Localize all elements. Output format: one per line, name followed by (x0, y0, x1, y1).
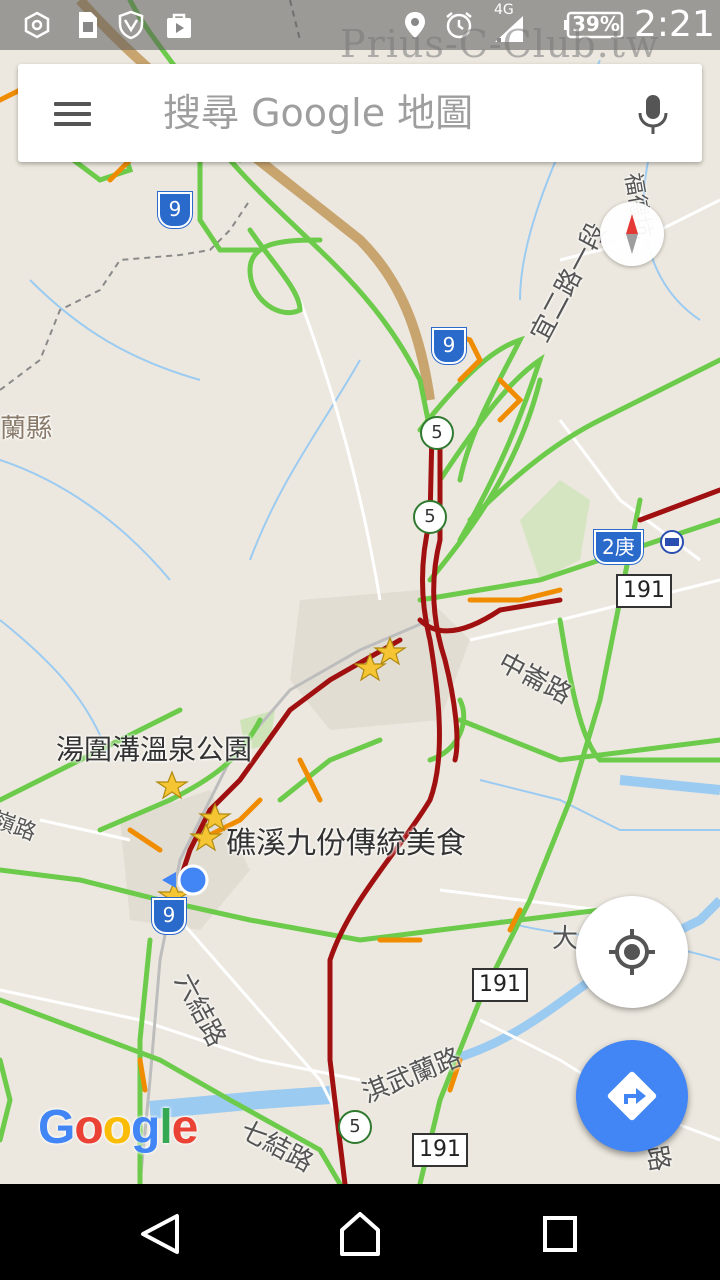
search-input[interactable] (163, 84, 613, 142)
home-button[interactable] (325, 1202, 395, 1262)
recents-button[interactable] (525, 1202, 595, 1262)
logo-letter: g (131, 1101, 160, 1154)
place-label-hot-spring-park[interactable]: 湯圍溝溫泉公園 (56, 728, 252, 768)
freeway-5-shield: 5 (338, 1110, 372, 1144)
search-bar[interactable] (18, 64, 702, 162)
route-191-shield: 191 (616, 574, 672, 608)
microphone-icon (638, 95, 668, 134)
logo-letter: o (102, 1101, 132, 1154)
camera-settings-icon (20, 8, 54, 42)
my-location-icon (609, 929, 655, 975)
back-button[interactable] (125, 1202, 195, 1262)
my-location-button[interactable] (576, 896, 688, 1008)
logo-letter: o (74, 1101, 103, 1154)
home-icon (340, 1212, 380, 1256)
road-label-da: 大 (552, 924, 579, 954)
navigation-bar (0, 1184, 720, 1280)
recents-icon (543, 1216, 577, 1252)
watermark: Prius-C-Club.tw (340, 22, 660, 66)
directions-button[interactable] (576, 1040, 688, 1152)
google-logo: Google (38, 1100, 199, 1155)
store-bag-icon (162, 8, 196, 42)
sim-icon (70, 8, 104, 42)
back-icon (141, 1214, 179, 1254)
logo-letter: l (159, 1101, 172, 1154)
county-label: 蘭縣 (0, 414, 53, 444)
logo-letter: G (38, 1101, 75, 1154)
directions-icon (607, 1071, 657, 1121)
menu-button[interactable] (46, 88, 100, 138)
route-9-shield: 9 (432, 328, 466, 364)
route-9-shield: 9 (152, 898, 186, 934)
voice-search-button[interactable] (628, 89, 678, 139)
compass-icon (626, 214, 638, 254)
shield-icon (114, 8, 148, 42)
route-191-shield: 191 (412, 1133, 468, 1167)
freeway-5-shield: 5 (420, 416, 454, 450)
route-2-geng-shield: 2庚 (594, 530, 643, 564)
freeway-5-shield: 5 (413, 500, 447, 534)
route-191-shield: 191 (472, 968, 528, 1002)
logo-letter: e (171, 1101, 199, 1154)
route-9-shield: 9 (158, 192, 192, 228)
place-label-jiaoxi-food[interactable]: 礁溪九份傳統美食 (226, 818, 466, 862)
train-station-icon (660, 530, 684, 554)
compass-button[interactable] (600, 202, 664, 266)
